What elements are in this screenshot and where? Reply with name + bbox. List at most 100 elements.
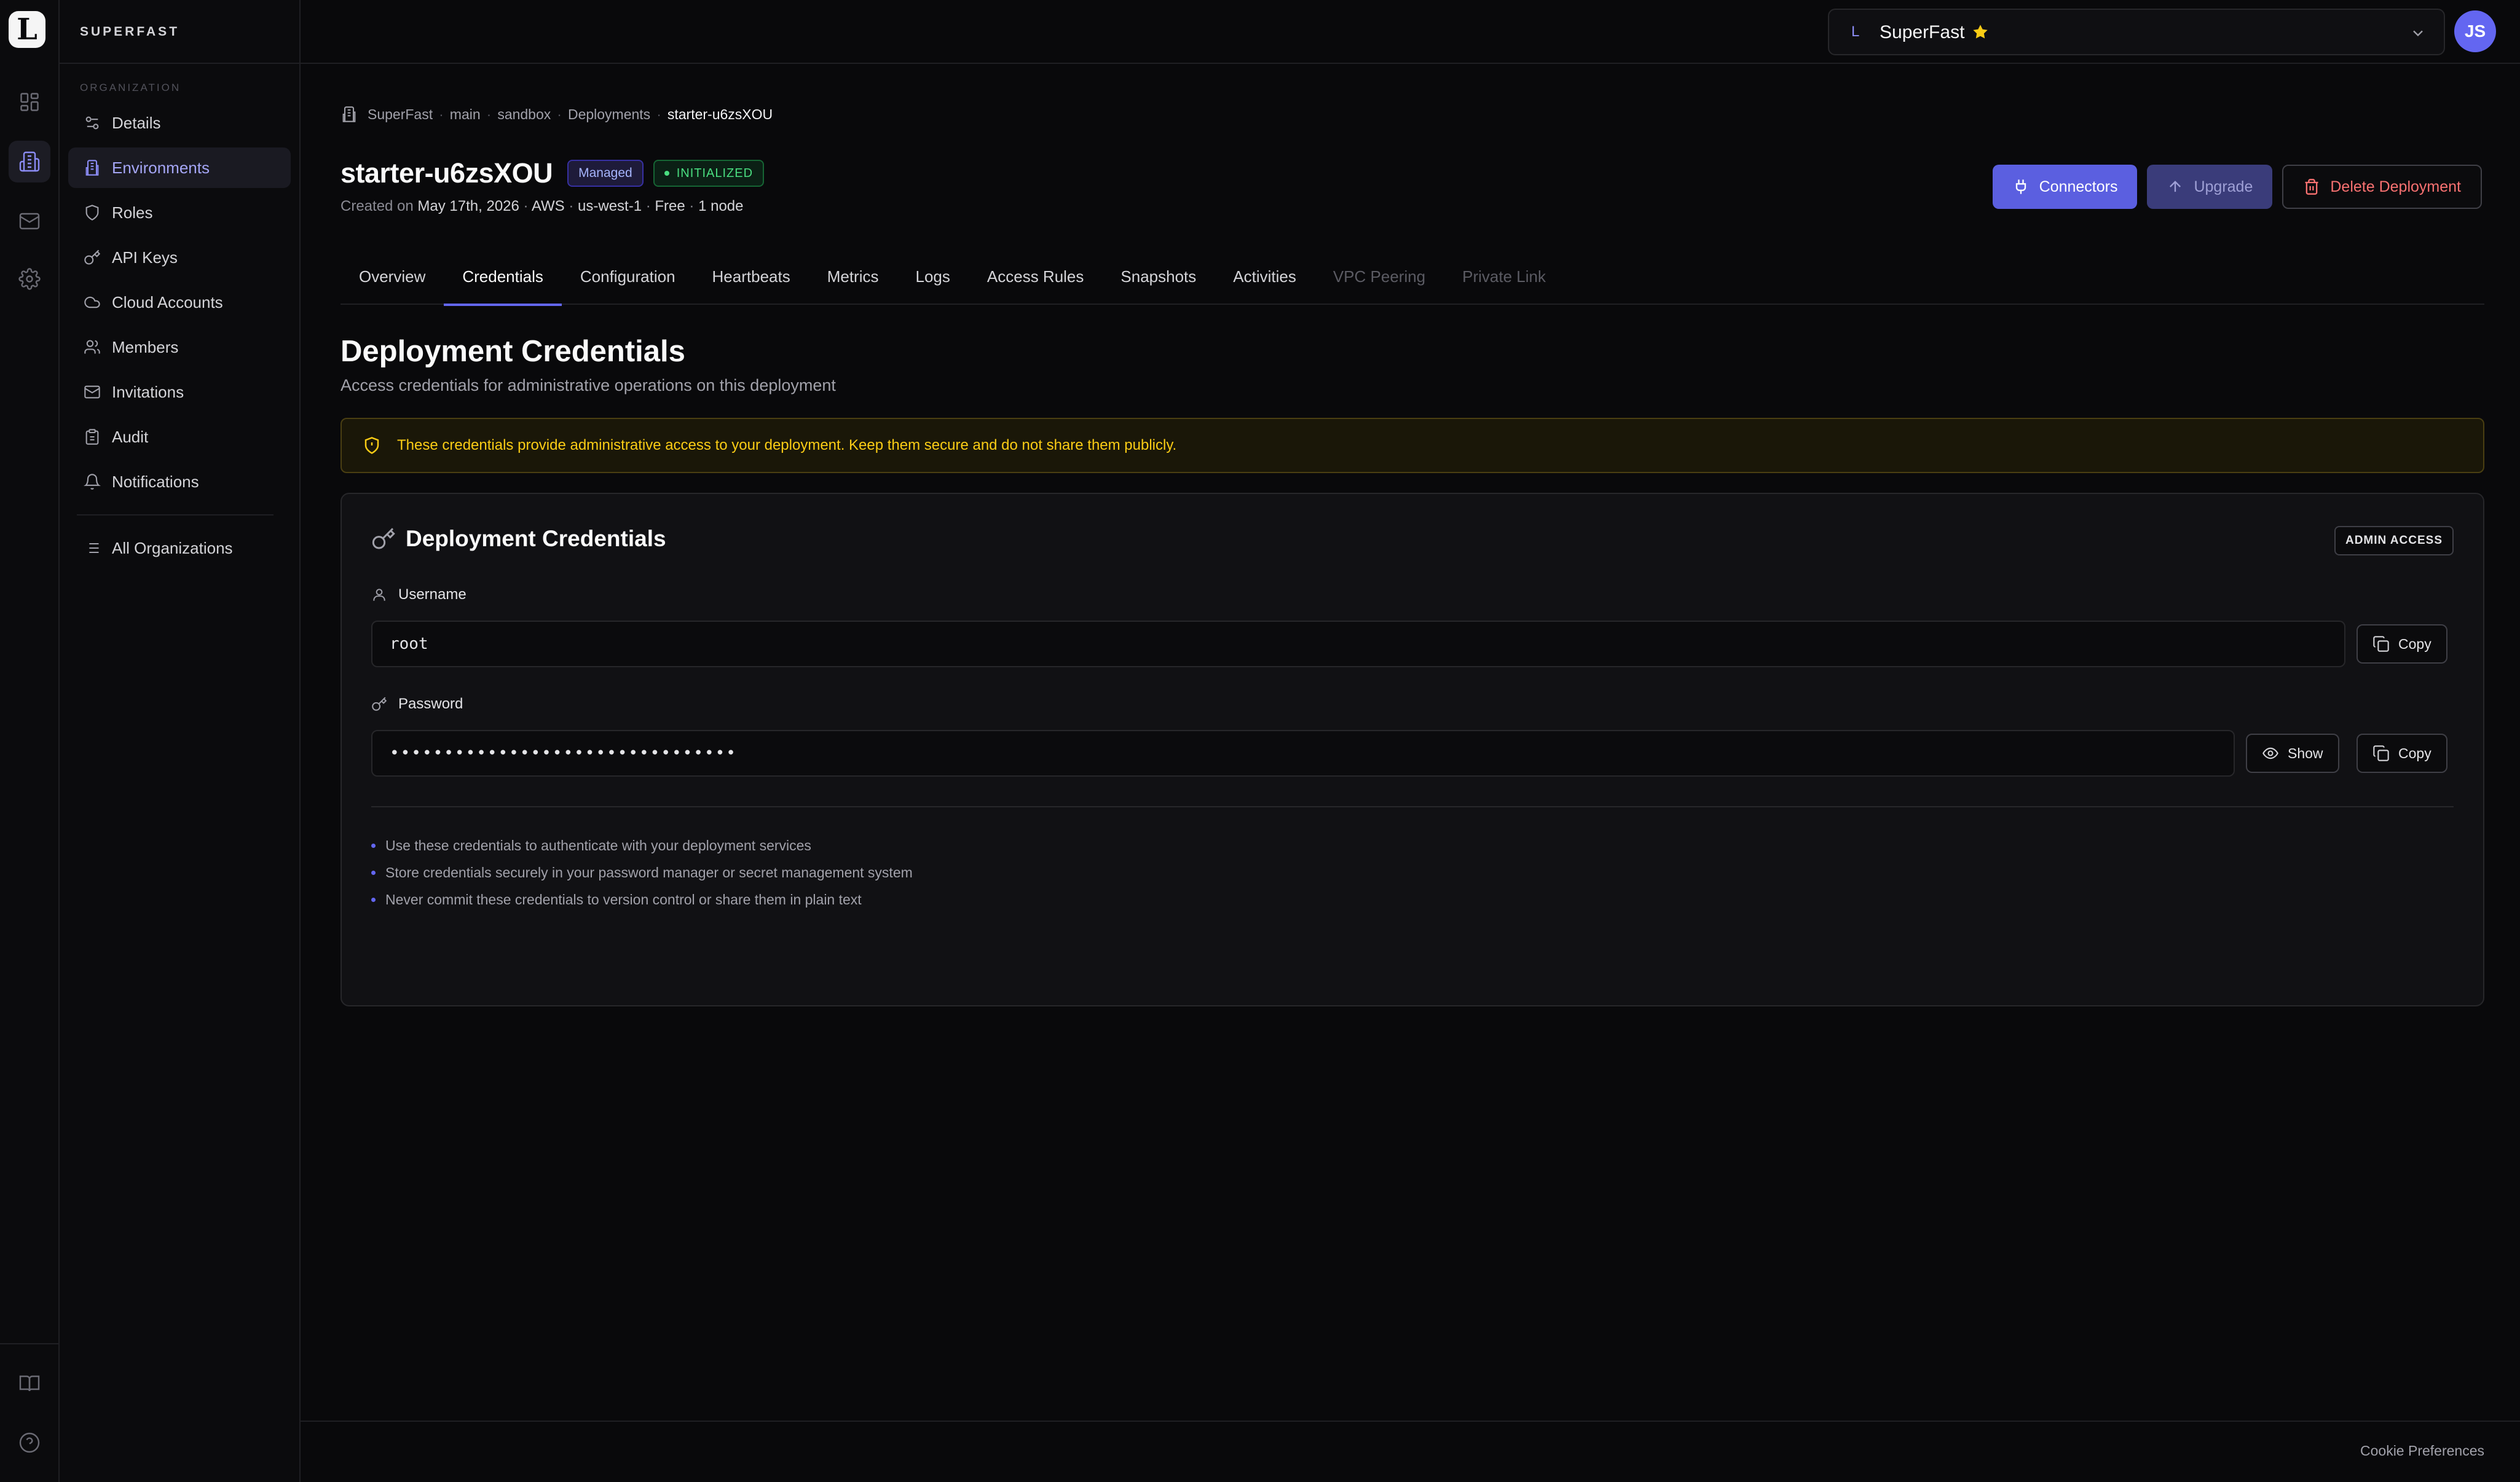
inbox-nav[interactable]: [9, 200, 50, 242]
app-logo[interactable]: L: [9, 11, 45, 48]
settings-nav[interactable]: [9, 258, 50, 300]
sidebar-item-audit[interactable]: Audit: [68, 417, 291, 457]
delete-label: Delete Deployment: [2330, 178, 2461, 195]
list-item: Never commit these credentials to versio…: [371, 886, 913, 913]
delete-deployment-button[interactable]: Delete Deployment: [2282, 165, 2482, 209]
managed-badge: Managed: [567, 160, 644, 187]
bullet: [371, 843, 376, 848]
sidebar-item-all-organizations[interactable]: All Organizations: [68, 528, 291, 568]
sidebar-item-label: Audit: [112, 427, 149, 446]
breadcrumb-separator: ·: [439, 106, 444, 122]
help-circle-icon: [19, 1432, 40, 1453]
tab-heartbeats[interactable]: Heartbeats: [694, 248, 809, 305]
tab-metrics[interactable]: Metrics: [809, 248, 897, 305]
dashboard-nav[interactable]: [9, 81, 50, 123]
sidebar-item-environments[interactable]: Environments: [68, 147, 291, 188]
list-item: Use these credentials to authenticate wi…: [371, 832, 913, 859]
sidebar-item-members[interactable]: Members: [68, 327, 291, 367]
meta-separator: ·: [569, 198, 574, 214]
cookie-preferences-link[interactable]: Cookie Preferences: [2360, 1443, 2484, 1459]
sidebar-item-label: API Keys: [112, 248, 178, 267]
sidebar-item-invitations[interactable]: Invitations: [68, 372, 291, 412]
sidebar-item-cloud-accounts[interactable]: Cloud Accounts: [68, 282, 291, 323]
sidebar-item-label: Invitations: [112, 382, 184, 401]
warning-banner: These credentials provide administrative…: [341, 418, 2484, 473]
password-field[interactable]: ••••••••••••••••••••••••••••••••: [371, 730, 2235, 777]
docs-nav[interactable]: [9, 1363, 50, 1405]
meta-separator: ·: [689, 198, 695, 214]
building-icon: [85, 160, 99, 176]
org-select-letter: L: [1851, 23, 1860, 40]
sidebar-item-details[interactable]: Details: [68, 103, 291, 143]
show-password-button[interactable]: Show: [2246, 734, 2339, 773]
card-divider: [371, 806, 2454, 807]
shield-alert-icon: [364, 437, 379, 454]
tip-text: Never commit these credentials to versio…: [385, 891, 862, 908]
node-count: 1 node: [698, 198, 744, 214]
org-select[interactable]: L SuperFast: [1828, 9, 2445, 55]
breadcrumb-item[interactable]: main: [450, 106, 481, 123]
admin-access-badge: ADMIN ACCESS: [2334, 526, 2454, 555]
breadcrumb-item[interactable]: Deployments: [568, 106, 650, 123]
tab-bar: Overview Credentials Configuration Heart…: [341, 248, 2484, 306]
upgrade-button[interactable]: Upgrade: [2147, 165, 2273, 209]
sidebar-item-label: Details: [112, 113, 161, 132]
status-badge: INITIALIZED: [653, 160, 765, 187]
sidebar-item-api-keys[interactable]: API Keys: [68, 237, 291, 278]
password-label-text: Password: [398, 696, 463, 712]
org-name: SUPERFAST: [80, 25, 180, 39]
chevron-down-icon: [2413, 30, 2423, 37]
connectors-label: Connectors: [2039, 178, 2118, 195]
key-icon: [84, 249, 101, 265]
tab-activities[interactable]: Activities: [1215, 248, 1315, 305]
created-date: May 17th, 2026: [417, 198, 519, 214]
sidebar-item-label: Environments: [112, 158, 210, 177]
page-title: starter-u6zsXOU: [341, 157, 553, 189]
bullet: [371, 897, 376, 902]
sidebar-divider: [60, 63, 299, 64]
gear-icon: [18, 268, 41, 290]
breadcrumb: SuperFast · main · sandbox · Deployments…: [341, 104, 773, 124]
password-label: Password: [371, 696, 463, 713]
help-nav[interactable]: [9, 1422, 50, 1464]
mail-icon: [19, 213, 40, 230]
tab-credentials[interactable]: Credentials: [444, 248, 562, 306]
plug-icon: [2015, 179, 2026, 194]
breadcrumb-item[interactable]: sandbox: [497, 106, 551, 123]
username-label-text: Username: [398, 586, 467, 603]
organization-nav[interactable]: [9, 141, 50, 182]
tab-logs[interactable]: Logs: [897, 248, 969, 305]
username-field[interactable]: root: [371, 621, 2345, 667]
tip-text: Store credentials securely in your passw…: [385, 864, 913, 880]
grid-icon: [20, 93, 39, 111]
deployment-meta: Created on May 17th, 2026 · AWS · us-wes…: [341, 198, 744, 215]
status-dot: [664, 171, 669, 176]
sidebar-item-roles[interactable]: Roles: [68, 192, 291, 233]
connectors-button[interactable]: Connectors: [1992, 165, 2138, 209]
bullet: [371, 870, 376, 875]
tab-overview[interactable]: Overview: [341, 248, 444, 305]
key-icon: [372, 697, 387, 711]
org-select-value: SuperFast: [1880, 22, 1965, 42]
sidebar-item-label: Members: [112, 337, 179, 356]
breadcrumb-separator: ·: [557, 106, 562, 122]
copy-username-button[interactable]: Copy: [2357, 624, 2447, 664]
tab-access-rules[interactable]: Access Rules: [969, 248, 1103, 305]
avatar[interactable]: JS: [2454, 10, 2496, 52]
sidebar-item-notifications[interactable]: Notifications: [68, 461, 291, 502]
provider: AWS: [531, 198, 565, 214]
username-label: Username: [371, 586, 467, 603]
copy-password-button[interactable]: Copy: [2357, 734, 2447, 773]
tab-configuration[interactable]: Configuration: [562, 248, 694, 305]
building-icon: [19, 151, 40, 172]
tab-vpc-peering: VPC Peering: [1333, 267, 1426, 286]
clipboard-icon: [85, 429, 99, 445]
list-icon: [85, 543, 99, 554]
sliders-icon: [85, 116, 99, 130]
tab-snapshots[interactable]: Snapshots: [1102, 248, 1215, 305]
user-icon: [373, 589, 385, 601]
sidebar-nav: Details Environments Roles API Keys Clou…: [68, 103, 291, 573]
breadcrumb-item[interactable]: SuperFast: [368, 106, 433, 123]
rail-divider: [0, 1343, 60, 1344]
sidebar-item-label: Roles: [112, 203, 153, 222]
